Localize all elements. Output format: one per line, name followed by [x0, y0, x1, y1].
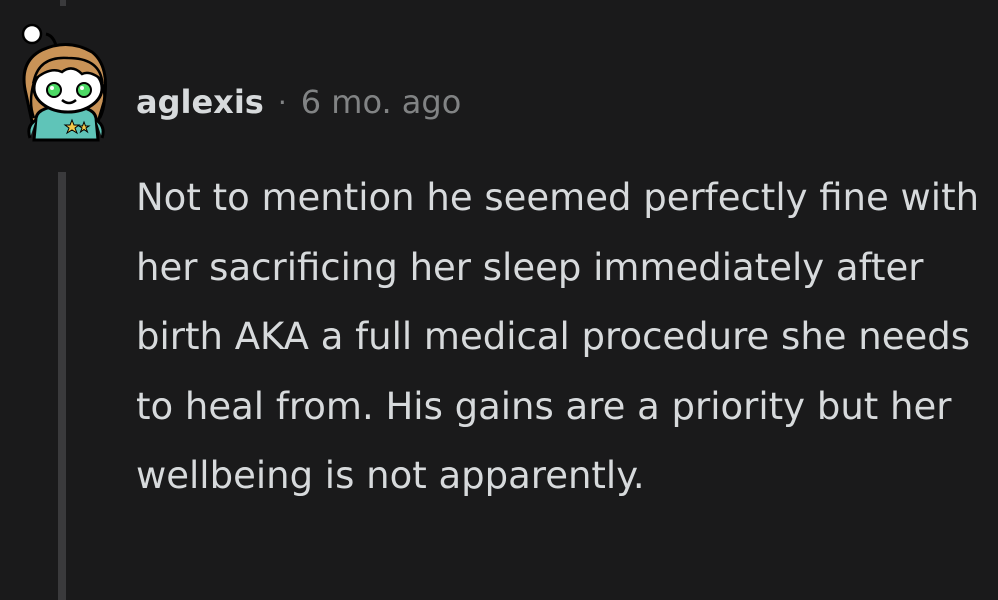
thread-line-top[interactable]: [60, 0, 66, 6]
comment-body: Not to mention he seemed perfectly fine …: [136, 176, 980, 497]
comment-header: aglexis · 6 mo. ago: [136, 80, 461, 124]
meta-separator: ·: [277, 85, 287, 119]
snoo-avatar-icon: [21, 23, 107, 142]
avatar[interactable]: [12, 22, 120, 144]
thread-line[interactable]: [58, 172, 66, 600]
timestamp-link[interactable]: 6 mo. ago: [301, 83, 462, 121]
username-link[interactable]: aglexis: [136, 83, 264, 121]
